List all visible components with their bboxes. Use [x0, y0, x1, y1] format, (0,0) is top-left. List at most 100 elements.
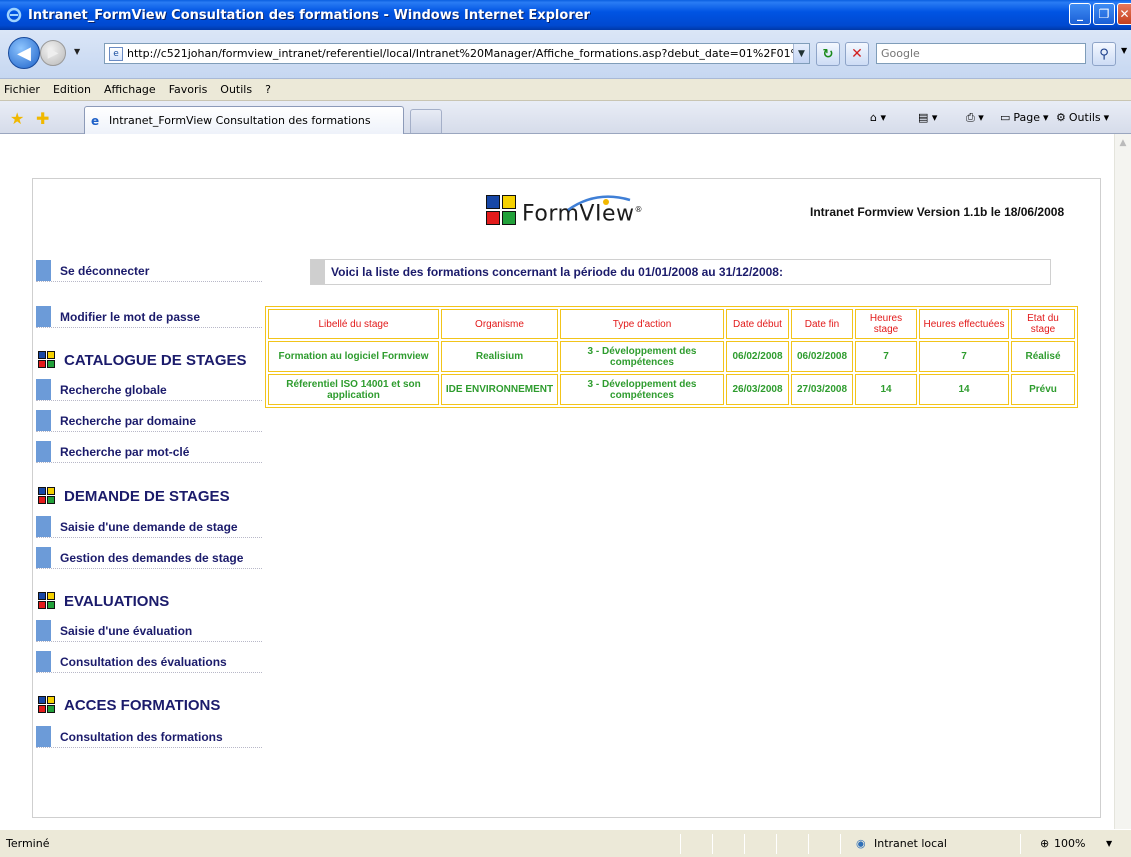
- section-title: CATALOGUE DE STAGES: [64, 351, 247, 369]
- table-row[interactable]: Réferentiel ISO 14001 et son application…: [268, 374, 1075, 405]
- nav-evaluation-list[interactable]: Consultation des évaluations: [36, 651, 262, 673]
- section-icon: [38, 592, 56, 610]
- nav-domain-search[interactable]: Recherche par domaine: [36, 410, 262, 432]
- cell-action-type: 3 - Développement des compétences: [560, 341, 724, 372]
- search-icon[interactable]: ⚲: [1092, 42, 1116, 66]
- page-icon: e: [109, 46, 123, 61]
- cell-hours: 14: [855, 374, 917, 405]
- nav-bullet: [36, 441, 51, 462]
- menu-bar: Fichier Edition Affichage Favoris Outils…: [0, 79, 1131, 101]
- nav-label: Recherche par domaine: [60, 413, 197, 428]
- vertical-scrollbar[interactable]: ▲: [1114, 134, 1131, 829]
- cell-organism: Realisium: [441, 341, 558, 372]
- trainings-table: Libellé du stage Organisme Type d'action…: [265, 306, 1078, 408]
- cell-title: Formation au logiciel Formview: [268, 341, 439, 372]
- back-button[interactable]: ◀: [8, 37, 40, 69]
- section-title: ACCES FORMATIONS: [64, 696, 221, 714]
- cell-start-date: 26/03/2008: [726, 374, 789, 405]
- ie-logo-icon: [6, 7, 22, 23]
- cell-status: Prévu: [1011, 374, 1075, 405]
- col-header: Type d'action: [560, 309, 724, 339]
- nav-logout-label: Se déconnecter: [60, 263, 150, 278]
- banner-text: Voici la liste des formations concernant…: [331, 265, 783, 279]
- logo-mark: ®: [634, 204, 643, 214]
- stop-button[interactable]: ✕: [845, 42, 869, 66]
- table-row[interactable]: Formation au logiciel Formview Realisium…: [268, 341, 1075, 372]
- tools-menu-button[interactable]: ⚙ Outils ▾: [1056, 111, 1109, 124]
- menu-help[interactable]: ?: [265, 83, 271, 96]
- nav-bullet: [36, 379, 51, 400]
- cell-start-date: 06/02/2008: [726, 341, 789, 372]
- window-titlebar[interactable]: Intranet_FormView Consultation des forma…: [0, 0, 1131, 30]
- menu-file[interactable]: Fichier: [4, 83, 40, 96]
- nav-label: Consultation des évaluations: [60, 654, 227, 669]
- nav-bullet: [36, 516, 51, 537]
- search-input[interactable]: [877, 44, 1077, 63]
- nav-change-password[interactable]: Modifier le mot de passe: [36, 306, 262, 328]
- nav-logout[interactable]: Se déconnecter: [36, 260, 262, 282]
- period-banner: Voici la liste des formations concernant…: [310, 259, 1051, 285]
- nav-request-management[interactable]: Gestion des demandes de stage: [36, 547, 262, 569]
- menu-favorites[interactable]: Favoris: [169, 83, 208, 96]
- zoom-icon[interactable]: ⊕: [1040, 837, 1049, 850]
- zone-text: Intranet local: [874, 837, 947, 850]
- col-header: Date début: [726, 309, 789, 339]
- section-demande: DEMANDE DE STAGES: [38, 487, 230, 505]
- tab-active[interactable]: e Intranet_FormView Consultation des for…: [84, 106, 404, 134]
- page-menu-button[interactable]: ▭ Page ▾: [1000, 111, 1049, 124]
- menu-tools[interactable]: Outils: [220, 83, 252, 96]
- nav-bullet: [36, 306, 51, 327]
- search-dropdown-icon[interactable]: ▼: [1121, 46, 1127, 55]
- nav-keyword-search[interactable]: Recherche par mot-clé: [36, 441, 262, 463]
- section-icon: [38, 351, 56, 369]
- section-icon: [38, 696, 56, 714]
- forward-button[interactable]: ▶: [40, 40, 66, 66]
- cell-hours: 7: [855, 341, 917, 372]
- url-input[interactable]: [127, 47, 807, 60]
- section-acces-formations: ACCES FORMATIONS: [38, 696, 220, 714]
- tab-label: Intranet_FormView Consultation des forma…: [109, 114, 371, 127]
- maximize-button[interactable]: ❐: [1093, 3, 1115, 25]
- minimize-button[interactable]: _: [1069, 3, 1091, 25]
- menu-view[interactable]: Affichage: [104, 83, 156, 96]
- menu-edit[interactable]: Edition: [53, 83, 91, 96]
- nav-bullet: [36, 410, 51, 431]
- nav-label: Recherche par mot-clé: [60, 444, 190, 459]
- print-icon[interactable]: ⎙ ▾: [966, 111, 984, 125]
- banner-bar: [311, 260, 325, 284]
- col-header: Heures stage: [855, 309, 917, 339]
- nav-request-entry[interactable]: Saisie d'une demande de stage: [36, 516, 262, 538]
- cell-end-date: 27/03/2008: [791, 374, 853, 405]
- close-button[interactable]: ✕: [1117, 3, 1131, 25]
- cell-hours-done: 14: [919, 374, 1009, 405]
- status-text: Terminé: [6, 837, 50, 850]
- zoom-dropdown-icon[interactable]: ▼: [1106, 839, 1112, 848]
- tab-ie-icon: e: [91, 113, 100, 128]
- nav-training-list[interactable]: Consultation des formations: [36, 726, 262, 748]
- nav-global-search[interactable]: Recherche globale: [36, 379, 262, 401]
- nav-bullet: [36, 651, 51, 672]
- col-header: Etat du stage: [1011, 309, 1075, 339]
- cell-hours-done: 7: [919, 341, 1009, 372]
- address-dropdown-icon[interactable]: ▼: [793, 44, 809, 63]
- section-evaluations: EVALUATIONS: [38, 592, 169, 610]
- tools-menu-label: Outils: [1068, 111, 1101, 124]
- address-toolbar: ◀ ▶ ▼ e ▼ ↻ ✕ ⚲ ▼: [0, 30, 1131, 79]
- refresh-button[interactable]: ↻: [816, 42, 840, 66]
- favorites-star-icon[interactable]: ★: [10, 109, 24, 128]
- home-icon[interactable]: ⌂ ▾: [870, 111, 886, 124]
- zoom-level[interactable]: 100%: [1054, 837, 1085, 850]
- nav-change-password-label: Modifier le mot de passe: [60, 309, 201, 324]
- nav-bullet: [36, 260, 51, 281]
- col-header: Date fin: [791, 309, 853, 339]
- history-dropdown-icon[interactable]: ▼: [74, 47, 80, 56]
- search-field[interactable]: [876, 43, 1086, 64]
- add-favorites-icon[interactable]: ✚: [36, 109, 49, 128]
- feeds-icon[interactable]: ▤ ▾: [918, 111, 937, 124]
- nav-bullet: [36, 620, 51, 641]
- nav-evaluation-entry[interactable]: Saisie d'une évaluation: [36, 620, 262, 642]
- new-tab-button[interactable]: [410, 109, 442, 133]
- tab-bar: ★ ✚ e Intranet_FormView Consultation des…: [0, 101, 1131, 134]
- cell-action-type: 3 - Développement des compétences: [560, 374, 724, 405]
- address-field[interactable]: e ▼: [104, 43, 810, 64]
